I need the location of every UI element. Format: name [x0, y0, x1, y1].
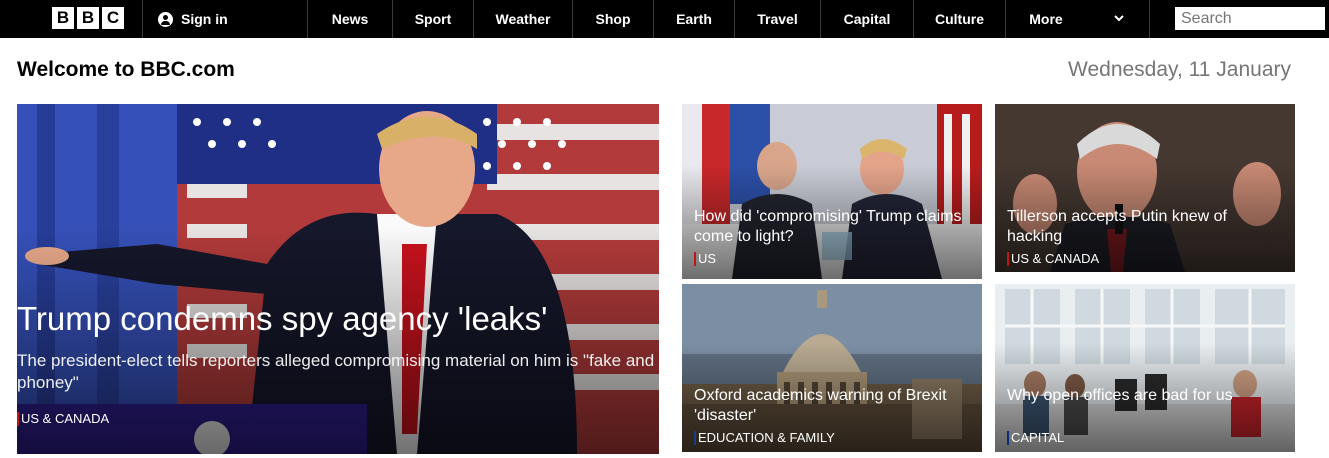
- nav-item-news[interactable]: News: [308, 0, 392, 38]
- nav-item-culture[interactable]: Culture: [914, 0, 1005, 38]
- image-shade: [17, 226, 659, 454]
- sign-in-button[interactable]: Sign in: [158, 0, 228, 38]
- chevron-down-icon[interactable]: [1113, 12, 1125, 24]
- story-card[interactable]: Oxford academics warning of Brexit 'disa…: [682, 284, 982, 452]
- lead-summary: The president-elect tells reporters alle…: [17, 351, 655, 392]
- nav-item-earth[interactable]: Earth: [654, 0, 734, 38]
- nav-item-travel[interactable]: Travel: [735, 0, 820, 38]
- story-headline[interactable]: Why open offices are bad for us: [1007, 386, 1285, 406]
- section-tag[interactable]: US: [694, 252, 716, 266]
- story-card[interactable]: How did 'compromising' Trump claims come…: [682, 104, 982, 279]
- story-card[interactable]: Why open offices are bad for us CAPITAL: [995, 284, 1295, 452]
- lead-story-card[interactable]: Trump condemns spy agency 'leaks' The pr…: [17, 104, 659, 454]
- story-headline[interactable]: Oxford academics warning of Brexit 'disa…: [694, 386, 972, 426]
- top-navigation-bar: B B C Sign in News Sport Weather Shop Ea…: [0, 0, 1329, 38]
- logo-letter: B: [52, 7, 74, 29]
- story-card[interactable]: Tillerson accepts Putin knew of hacking …: [995, 104, 1295, 272]
- nav-item-more[interactable]: More: [1006, 0, 1086, 38]
- section-tag[interactable]: US & CANADA: [17, 412, 109, 426]
- nav-item-capital[interactable]: Capital: [821, 0, 913, 38]
- nav-item-shop[interactable]: Shop: [573, 0, 653, 38]
- logo-letter: C: [102, 7, 124, 29]
- section-tag[interactable]: EDUCATION & FAMILY: [694, 431, 835, 445]
- story-headline[interactable]: How did 'compromising' Trump claims come…: [694, 207, 972, 247]
- user-icon: [158, 11, 173, 27]
- search-input[interactable]: [1175, 7, 1325, 30]
- story-headline[interactable]: Tillerson accepts Putin knew of hacking: [1007, 207, 1285, 247]
- bbc-logo[interactable]: B B C: [52, 7, 124, 29]
- page-title: Welcome to BBC.com: [17, 58, 235, 81]
- nav-divider: [142, 0, 143, 38]
- section-tag[interactable]: CAPITAL: [1007, 431, 1064, 445]
- date-label: Wednesday, 11 January: [1068, 58, 1291, 81]
- nav-item-sport[interactable]: Sport: [393, 0, 473, 38]
- nav-divider: [1149, 0, 1150, 38]
- nav-item-weather[interactable]: Weather: [474, 0, 572, 38]
- logo-letter: B: [77, 7, 99, 29]
- sign-in-label: Sign in: [181, 11, 228, 27]
- lead-headline[interactable]: Trump condemns spy agency 'leaks': [17, 300, 649, 338]
- section-tag[interactable]: US & CANADA: [1007, 252, 1099, 266]
